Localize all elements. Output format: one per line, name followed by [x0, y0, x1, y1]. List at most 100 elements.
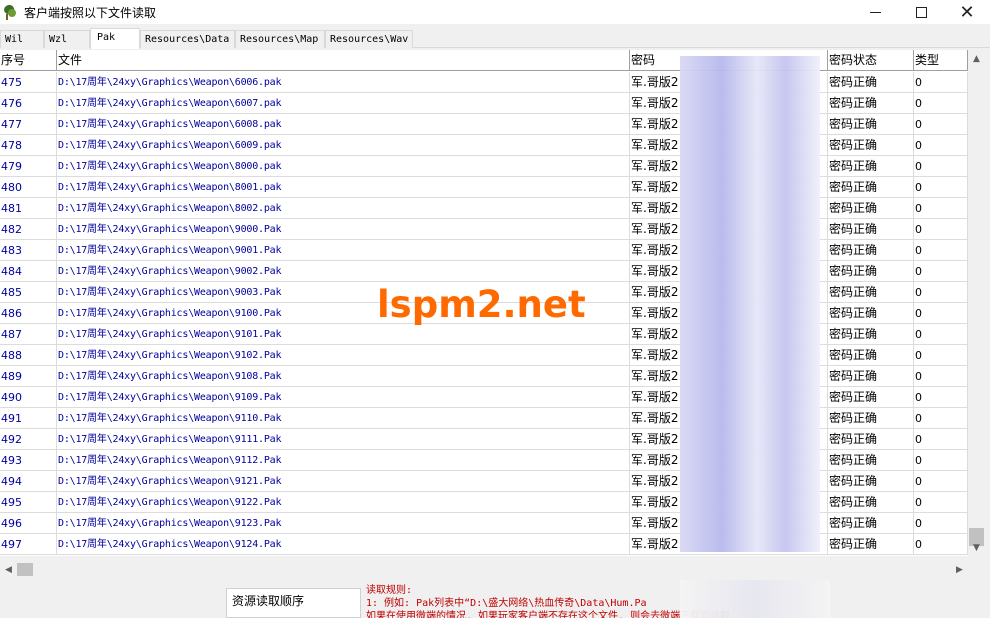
col-header-file[interactable]: 文件: [57, 50, 630, 71]
cell-index: 484: [0, 261, 57, 282]
table-row[interactable]: 476 D:\17周年\24xy\Graphics\Weapon\6007.pak…: [0, 93, 968, 114]
cell-index: 481: [0, 198, 57, 219]
cell-password-status: 密码正确: [828, 345, 914, 366]
cell-password-status: 密码正确: [828, 282, 914, 303]
cell-index: 482: [0, 219, 57, 240]
tab-resources-map[interactable]: Resources\Map: [235, 30, 325, 48]
col-header-type[interactable]: 类型: [914, 50, 968, 71]
col-header-index[interactable]: 序号: [0, 50, 57, 71]
col-header-password-status[interactable]: 密码状态: [828, 50, 914, 71]
cell-index: 493: [0, 450, 57, 471]
cell-file-path: D:\17周年\24xy\Graphics\Weapon\6009.pak: [57, 135, 630, 156]
vertical-scrollbar[interactable]: ▲ ▼: [968, 50, 985, 556]
table-row[interactable]: 496 D:\17周年\24xy\Graphics\Weapon\9123.Pak…: [0, 513, 968, 534]
cell-file-path: D:\17周年\24xy\Graphics\Weapon\9123.Pak: [57, 513, 630, 534]
table-header: 序号 文件 密码 密码状态 类型: [0, 50, 968, 71]
cell-password-status: 密码正确: [828, 261, 914, 282]
cell-index: 491: [0, 408, 57, 429]
cell-password-status: 密码正确: [828, 219, 914, 240]
tab-resources-data[interactable]: Resources\Data: [140, 30, 235, 48]
scroll-down-icon[interactable]: ▼: [968, 539, 985, 556]
cell-type: 0: [914, 387, 968, 408]
cell-index: 490: [0, 387, 57, 408]
minimize-button[interactable]: [852, 0, 898, 24]
tab-strip: Wil Wzl Pak Resources\Data Resources\Map…: [0, 28, 990, 49]
table-row[interactable]: 494 D:\17周年\24xy\Graphics\Weapon\9121.Pak…: [0, 471, 968, 492]
horizontal-scrollbar[interactable]: ◀ ▶: [0, 561, 968, 578]
cell-index: 483: [0, 240, 57, 261]
table-row[interactable]: 479 D:\17周年\24xy\Graphics\Weapon\8000.pak…: [0, 156, 968, 177]
tab-wil[interactable]: Wil: [0, 30, 44, 48]
table-row[interactable]: 482 D:\17周年\24xy\Graphics\Weapon\9000.Pak…: [0, 219, 968, 240]
cell-file-path: D:\17周年\24xy\Graphics\Weapon\9122.Pak: [57, 492, 630, 513]
cell-password-status: 密码正确: [828, 429, 914, 450]
tab-resources-wav[interactable]: Resources\Wav: [325, 30, 413, 48]
cell-password-status: 密码正确: [828, 366, 914, 387]
cell-type: 0: [914, 282, 968, 303]
cell-type: 0: [914, 471, 968, 492]
table-row[interactable]: 488 D:\17周年\24xy\Graphics\Weapon\9102.Pak…: [0, 345, 968, 366]
cell-type: 0: [914, 450, 968, 471]
cell-index: 489: [0, 366, 57, 387]
cell-password-status: 密码正确: [828, 303, 914, 324]
table-row[interactable]: 477 D:\17周年\24xy\Graphics\Weapon\6008.pak…: [0, 114, 968, 135]
table-row[interactable]: 490 D:\17周年\24xy\Graphics\Weapon\9109.Pak…: [0, 387, 968, 408]
cell-type: 0: [914, 156, 968, 177]
scroll-up-icon[interactable]: ▲: [968, 50, 985, 67]
close-icon: ✕: [959, 1, 975, 23]
table-row[interactable]: 497 D:\17周年\24xy\Graphics\Weapon\9124.Pak…: [0, 534, 968, 555]
table-row[interactable]: 491 D:\17周年\24xy\Graphics\Weapon\9110.Pak…: [0, 408, 968, 429]
scroll-left-icon[interactable]: ◀: [0, 561, 17, 578]
cell-type: 0: [914, 261, 968, 282]
cell-index: 497: [0, 534, 57, 555]
cell-password-status: 密码正确: [828, 93, 914, 114]
scroll-right-icon[interactable]: ▶: [951, 561, 968, 578]
cell-index: 496: [0, 513, 57, 534]
cell-type: 0: [914, 408, 968, 429]
tab-pak[interactable]: Pak: [90, 28, 140, 49]
table-row[interactable]: 487 D:\17周年\24xy\Graphics\Weapon\9101.Pak…: [0, 324, 968, 345]
cell-index: 488: [0, 345, 57, 366]
maximize-icon: [915, 6, 927, 18]
cell-type: 0: [914, 114, 968, 135]
cell-file-path: D:\17周年\24xy\Graphics\Weapon\9112.Pak: [57, 450, 630, 471]
cell-file-path: D:\17周年\24xy\Graphics\Weapon\9000.Pak: [57, 219, 630, 240]
cell-file-path: D:\17周年\24xy\Graphics\Weapon\8000.pak: [57, 156, 630, 177]
table-row[interactable]: 492 D:\17周年\24xy\Graphics\Weapon\9111.Pak…: [0, 429, 968, 450]
cell-type: 0: [914, 72, 968, 93]
cell-file-path: D:\17周年\24xy\Graphics\Weapon\9101.Pak: [57, 324, 630, 345]
tab-wzl[interactable]: Wzl: [44, 30, 90, 48]
cell-file-path: D:\17周年\24xy\Graphics\Weapon\9111.Pak: [57, 429, 630, 450]
cell-type: 0: [914, 135, 968, 156]
cell-index: 492: [0, 429, 57, 450]
cell-type: 0: [914, 177, 968, 198]
cell-index: 486: [0, 303, 57, 324]
table-row[interactable]: 495 D:\17周年\24xy\Graphics\Weapon\9122.Pak…: [0, 492, 968, 513]
cell-password-status: 密码正确: [828, 240, 914, 261]
cell-file-path: D:\17周年\24xy\Graphics\Weapon\9002.Pak: [57, 261, 630, 282]
table-row[interactable]: 484 D:\17周年\24xy\Graphics\Weapon\9002.Pak…: [0, 261, 968, 282]
cell-password-status: 密码正确: [828, 177, 914, 198]
cell-file-path: D:\17周年\24xy\Graphics\Weapon\9001.Pak: [57, 240, 630, 261]
horizontal-scroll-thumb[interactable]: [17, 563, 33, 576]
table-row[interactable]: 478 D:\17周年\24xy\Graphics\Weapon\6009.pak…: [0, 135, 968, 156]
window-title: 客户端按照以下文件读取: [24, 5, 157, 20]
cell-password-status: 密码正确: [828, 450, 914, 471]
table-row[interactable]: 475 D:\17周年\24xy\Graphics\Weapon\6006.pak…: [0, 72, 968, 93]
table-row[interactable]: 483 D:\17周年\24xy\Graphics\Weapon\9001.Pak…: [0, 240, 968, 261]
cell-password-status: 密码正确: [828, 471, 914, 492]
cell-type: 0: [914, 345, 968, 366]
cell-file-path: D:\17周年\24xy\Graphics\Weapon\6007.pak: [57, 93, 630, 114]
cell-file-path: D:\17周年\24xy\Graphics\Weapon\6006.pak: [57, 72, 630, 93]
cell-file-path: D:\17周年\24xy\Graphics\Weapon\8001.pak: [57, 177, 630, 198]
cell-index: 479: [0, 156, 57, 177]
maximize-button[interactable]: [898, 0, 944, 24]
cell-index: 487: [0, 324, 57, 345]
cell-password-status: 密码正确: [828, 324, 914, 345]
table-row[interactable]: 489 D:\17周年\24xy\Graphics\Weapon\9108.Pak…: [0, 366, 968, 387]
table-row[interactable]: 481 D:\17周年\24xy\Graphics\Weapon\8002.pak…: [0, 198, 968, 219]
table-row[interactable]: 480 D:\17周年\24xy\Graphics\Weapon\8001.pak…: [0, 177, 968, 198]
cell-type: 0: [914, 492, 968, 513]
close-button[interactable]: ✕: [944, 0, 990, 24]
table-row[interactable]: 493 D:\17周年\24xy\Graphics\Weapon\9112.Pak…: [0, 450, 968, 471]
